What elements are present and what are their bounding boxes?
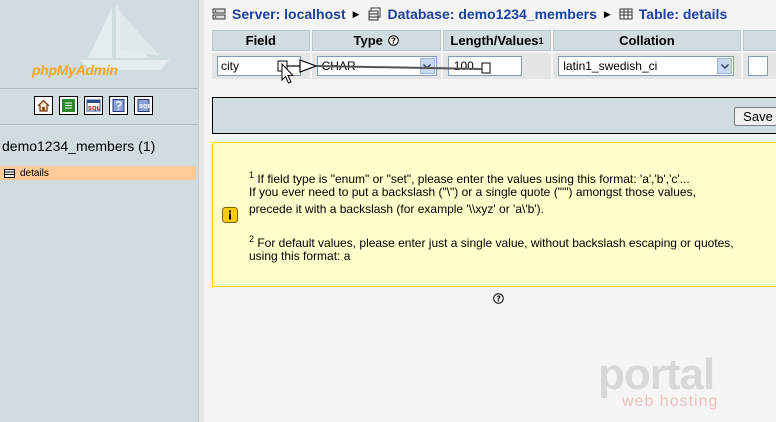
exit-icon[interactable] xyxy=(59,96,78,115)
header-type-label: Type xyxy=(353,33,383,48)
type-select-value: CHAR xyxy=(321,59,356,73)
nav-icon-bar: SQL SQL xyxy=(34,96,153,118)
help-icon[interactable]: ? xyxy=(493,293,504,304)
type-select[interactable]: CHAR xyxy=(316,56,437,76)
field-name-input[interactable]: city xyxy=(217,56,301,76)
breadcrumb-database[interactable]: Database: demo1234_members xyxy=(368,6,597,22)
fields-table: Field Type ? Length/Values 1 Collation ci… xyxy=(212,30,776,79)
breadcrumb-database-label: Database: demo1234_members xyxy=(387,6,597,22)
table-header-row: Field Type ? Length/Values 1 Collation xyxy=(212,30,776,51)
svg-text:SQL: SQL xyxy=(139,104,151,110)
header-collation-label: Collation xyxy=(619,33,675,48)
collation-select-value: latin1_swedish_ci xyxy=(563,59,658,73)
header-field: Field xyxy=(212,30,310,51)
cell-length: 100 xyxy=(442,53,552,79)
breadcrumb-table[interactable]: Table: details xyxy=(619,6,727,22)
header-length-label: Length/Values xyxy=(450,33,539,48)
save-button[interactable]: Save xyxy=(734,107,776,126)
server-icon xyxy=(212,8,226,20)
cell-collation: latin1_swedish_ci xyxy=(553,53,741,79)
database-name-link[interactable]: demo1234_members (1) xyxy=(2,138,155,154)
logo-myadmin: MyAdmin xyxy=(56,62,118,78)
watermark-brand: portal xyxy=(598,350,715,399)
notice-footnote-1-line-3: precede it with a backslash (for example… xyxy=(249,202,544,216)
attributes-select[interactable] xyxy=(747,56,768,76)
breadcrumb: Server: localhost ▶ Database: demo1234_m… xyxy=(212,5,727,23)
sidebar-table-details[interactable]: details xyxy=(0,166,196,180)
watermark-subtitle: web hosting xyxy=(622,393,719,410)
table-icon xyxy=(4,168,15,178)
header-length-footnote: 1 xyxy=(538,35,544,46)
main-frame: Server: localhost ▶ Database: demo1234_m… xyxy=(204,0,776,422)
table-row: city CHAR 100 latin1_swedish_ci xyxy=(212,53,776,79)
portal-watermark: portal web hosting xyxy=(598,353,748,413)
documentation-icon[interactable] xyxy=(109,96,128,115)
phpmyadmin-logo-text: phpMyAdmin xyxy=(32,62,118,78)
save-bar: Save xyxy=(212,97,776,134)
cell-field: city xyxy=(212,53,310,79)
breadcrumb-table-label: Table: details xyxy=(638,6,728,22)
breadcrumb-server[interactable]: Server: localhost xyxy=(212,6,346,22)
nav-divider xyxy=(0,124,198,125)
length-values-input[interactable]: 100 xyxy=(447,56,522,76)
notice-footnote-2-line-2: using this format: a xyxy=(249,249,351,263)
notice-box: 1 If field type is "enum" or "set", plea… xyxy=(212,142,776,287)
cell-attributes xyxy=(742,53,776,79)
breadcrumb-arrow-icon: ▶ xyxy=(352,8,360,19)
sql-query-icon[interactable]: SQL xyxy=(84,96,103,115)
header-type: Type ? xyxy=(311,30,441,51)
header-collation: Collation xyxy=(553,30,741,51)
svg-text:?: ? xyxy=(391,36,396,45)
chevron-down-icon[interactable] xyxy=(419,58,435,74)
svg-text:?: ? xyxy=(496,294,501,303)
collation-select[interactable]: latin1_swedish_ci xyxy=(558,56,735,76)
help-icon[interactable]: ? xyxy=(388,35,399,46)
info-icon xyxy=(222,207,238,223)
notice-footnote-1-line-2: If you ever need to put a backslash ("\"… xyxy=(249,185,696,199)
breadcrumb-server-label: Server: localhost xyxy=(232,6,346,22)
sidebar-table-label: details xyxy=(20,167,49,179)
nav-divider xyxy=(0,88,198,89)
cell-type: CHAR xyxy=(311,53,441,79)
svg-text:SQL: SQL xyxy=(88,106,101,112)
database-icon xyxy=(368,7,381,21)
sql-docs-icon[interactable]: SQL xyxy=(134,96,153,115)
home-icon[interactable] xyxy=(34,96,53,115)
chevron-down-icon[interactable] xyxy=(717,58,733,74)
header-field-label: Field xyxy=(245,33,276,48)
header-length-values: Length/Values 1 xyxy=(442,30,552,51)
header-attributes xyxy=(742,30,776,51)
logo[interactable]: phpMyAdmin xyxy=(0,0,198,88)
logo-php: php xyxy=(32,62,57,78)
table-icon xyxy=(619,8,633,20)
navigation-frame: phpMyAdmin SQL SQL demo1234_members (1) … xyxy=(0,0,198,422)
breadcrumb-arrow-icon: ▶ xyxy=(603,8,611,19)
